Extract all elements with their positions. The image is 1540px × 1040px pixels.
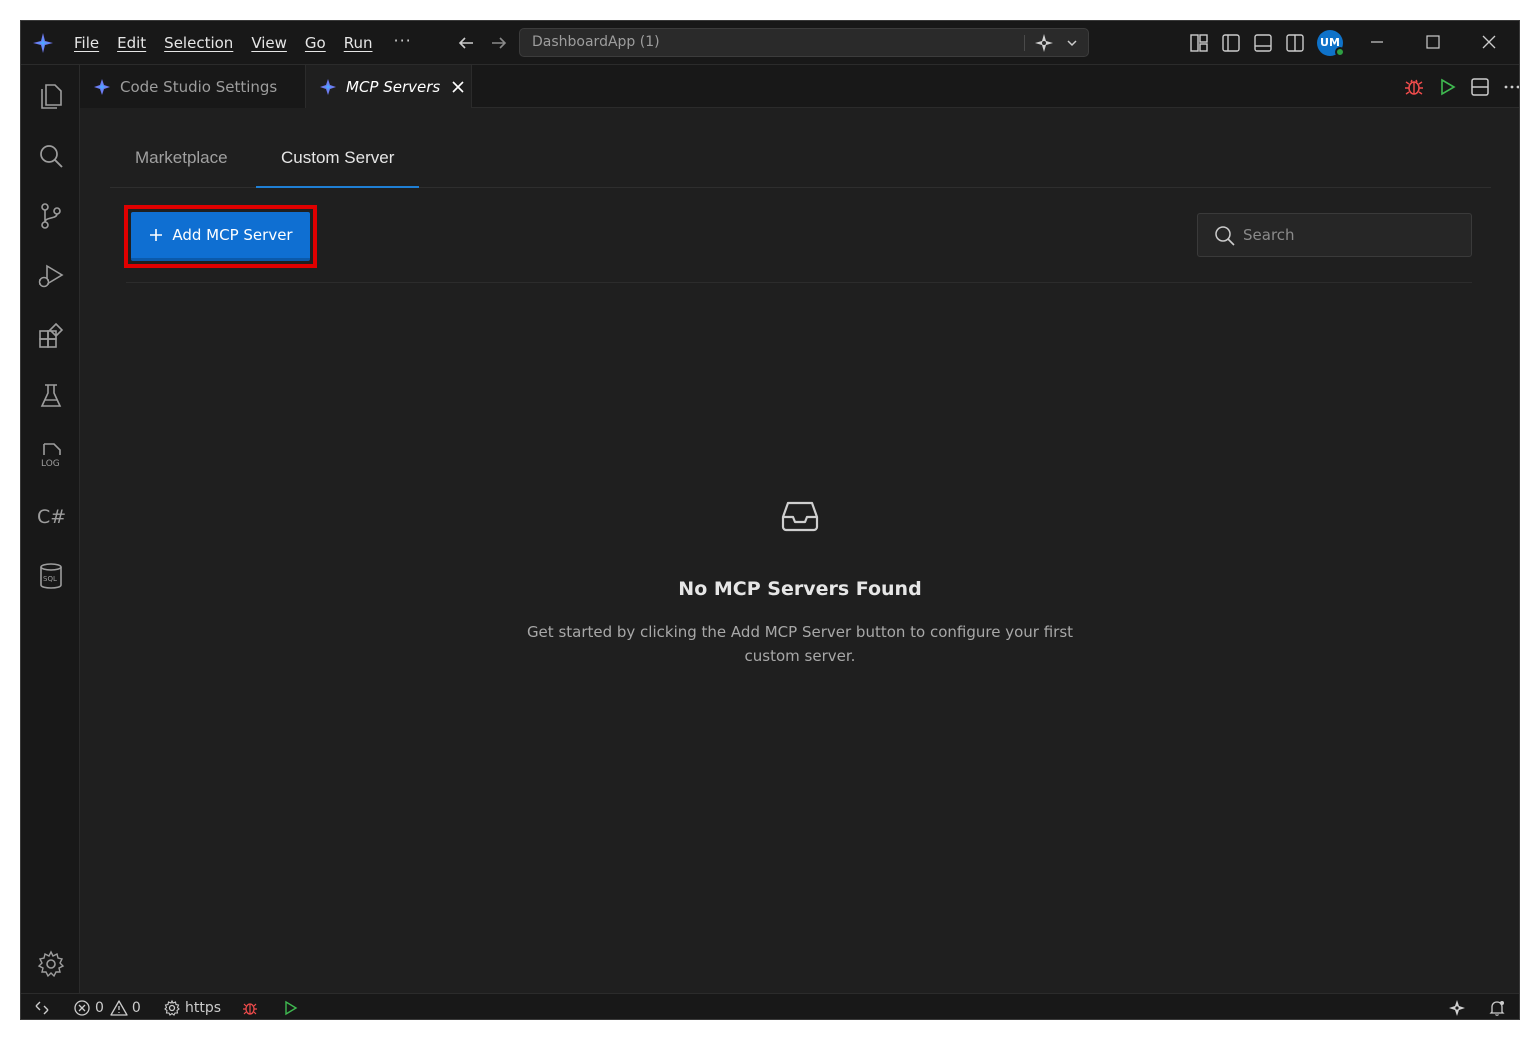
run-play-icon [285, 1000, 298, 1015]
search-icon[interactable] [36, 141, 66, 171]
bell-icon [1489, 1000, 1505, 1016]
tab-label: MCP Servers [346, 78, 441, 96]
editor-tab-bar: Code Studio Settings MCP Servers [80, 65, 1520, 109]
sql-database-icon[interactable]: SQL [36, 561, 66, 591]
empty-state-title: No MCP Servers Found [678, 578, 922, 600]
plus-icon [150, 229, 163, 241]
tab-label: Code Studio Settings [120, 77, 278, 96]
debug-bug-icon [243, 1002, 257, 1015]
customize-layout-icon[interactable] [1189, 33, 1209, 53]
source-control-icon[interactable] [36, 201, 66, 231]
menu-edit[interactable]: Edit [108, 21, 155, 65]
sparkle-icon [320, 79, 336, 95]
launch-profile-indicator[interactable]: https [163, 994, 227, 1019]
search-icon [1215, 226, 1235, 246]
activity-bar: LOG C# SQL [21, 65, 80, 993]
explorer-icon[interactable] [36, 81, 66, 111]
forward-arrow-icon[interactable] [488, 32, 510, 54]
more-actions-icon[interactable] [1501, 76, 1520, 98]
add-mcp-server-label: Add MCP Server [172, 226, 293, 244]
warning-icon [110, 999, 128, 1016]
start-debugging-button[interactable] [241, 994, 259, 1019]
section-divider [126, 282, 1472, 283]
command-center[interactable]: DashboardApp (1) [519, 28, 1089, 57]
command-center-label: DashboardApp (1) [532, 34, 660, 50]
notifications-button[interactable] [1488, 994, 1506, 1019]
extensions-icon[interactable] [36, 321, 66, 351]
menu-file[interactable]: File [65, 21, 108, 65]
empty-state-description: Get started by clicking the Add MCP Serv… [526, 623, 1074, 665]
chevron-down-icon[interactable] [1064, 35, 1080, 51]
toggle-primary-sidebar-icon[interactable] [1221, 33, 1241, 53]
search-input[interactable] [1243, 215, 1463, 255]
split-editor-icon[interactable] [1469, 76, 1491, 98]
svg-text:LOG: LOG [41, 459, 60, 469]
command-center-divider [1024, 35, 1025, 51]
menu-go[interactable]: Go [296, 21, 335, 65]
server-source-tabs: Marketplace Custom Server [110, 138, 1491, 188]
problems-indicator[interactable]: 0 0 [73, 994, 147, 1019]
testing-flask-icon[interactable] [36, 381, 66, 411]
copilot-status[interactable] [1448, 994, 1466, 1019]
menu-run[interactable]: Run [335, 21, 382, 65]
tab-code-studio-settings[interactable]: Code Studio Settings [80, 65, 306, 108]
run-play-icon[interactable] [1436, 76, 1458, 98]
toggle-panel-icon[interactable] [1253, 33, 1273, 53]
status-bar: 0 0 https [21, 993, 1519, 1019]
menu-view[interactable]: View [242, 21, 296, 65]
warning-count: 0 [131, 999, 141, 1016]
maximize-icon[interactable] [1405, 21, 1461, 65]
debug-bug-icon[interactable] [1403, 76, 1425, 98]
copilot-icon [1449, 999, 1465, 1016]
error-count: 0 [95, 999, 104, 1016]
svg-text:C#: C# [37, 506, 66, 528]
settings-gear-icon[interactable] [36, 949, 66, 979]
inbox-icon [781, 501, 819, 532]
title-bar: File Edit Selection View Go Run ··· Dash… [21, 21, 1519, 65]
app-window: File Edit Selection View Go Run ··· Dash… [20, 20, 1520, 1020]
menu-bar: File Edit Selection View Go Run ··· [65, 21, 424, 65]
run-and-debug-icon[interactable] [36, 261, 66, 291]
app-logo-icon[interactable] [31, 31, 55, 55]
tab-custom-server[interactable]: Custom Server [256, 138, 420, 188]
log-file-icon[interactable]: LOG [36, 441, 66, 471]
tab-marketplace[interactable]: Marketplace [110, 138, 253, 188]
error-icon [74, 999, 90, 1016]
remote-indicator[interactable] [33, 994, 51, 1019]
toggle-secondary-sidebar-icon[interactable] [1285, 33, 1305, 53]
mcp-servers-panel: Marketplace Custom Server Add MCP Server… [80, 108, 1519, 993]
close-icon[interactable] [450, 79, 466, 95]
launch-profile-label: https [185, 999, 222, 1016]
search-box[interactable] [1197, 213, 1472, 257]
minimize-icon[interactable] [1349, 21, 1405, 65]
run-without-debugging-button[interactable] [281, 994, 299, 1019]
remote-icon [35, 1001, 49, 1014]
tab-mcp-servers[interactable]: MCP Servers [306, 65, 472, 109]
copilot-icon[interactable] [1034, 33, 1054, 53]
add-mcp-server-button[interactable]: Add MCP Server [131, 212, 310, 261]
back-arrow-icon[interactable] [455, 32, 477, 54]
online-status-dot [1335, 47, 1345, 57]
sparkle-icon [94, 78, 110, 95]
svg-text:SQL: SQL [43, 575, 57, 583]
csharp-icon[interactable]: C# [36, 501, 66, 531]
menu-selection[interactable]: Selection [155, 21, 242, 65]
menu-more-button[interactable]: ··· [382, 21, 424, 65]
gear-icon [164, 999, 180, 1016]
close-window-icon[interactable] [1461, 21, 1517, 65]
